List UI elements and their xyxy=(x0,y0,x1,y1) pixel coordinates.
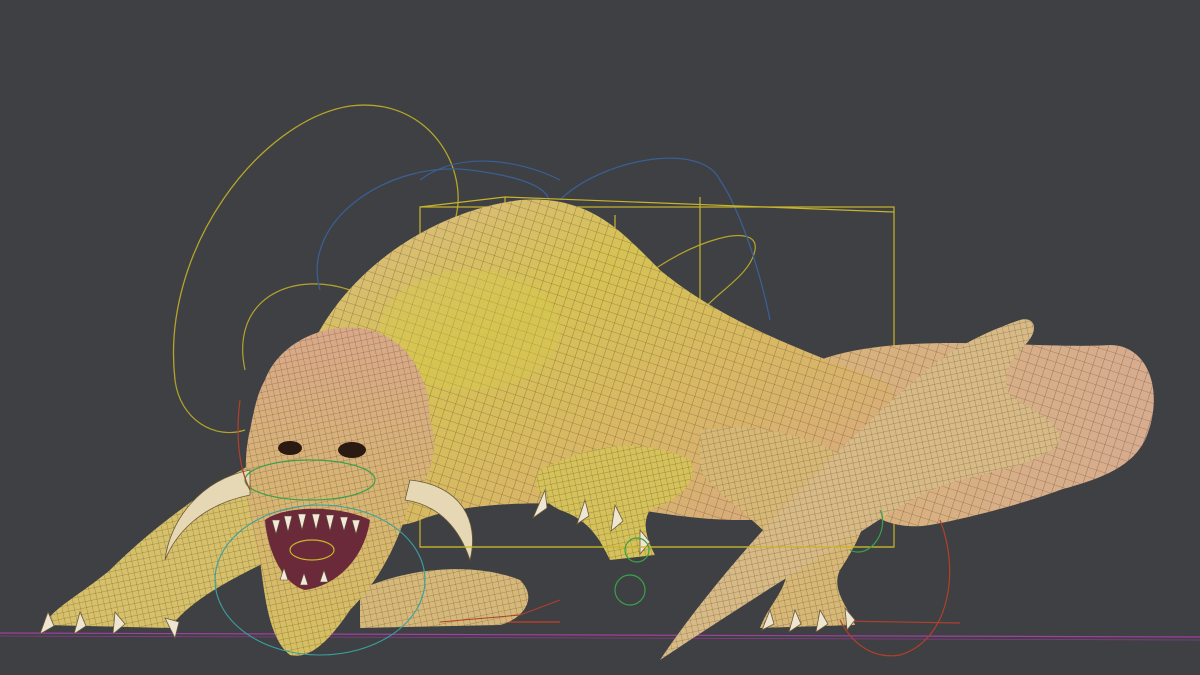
rig-arc-yellow-left xyxy=(174,379,246,434)
3d-viewport[interactable] xyxy=(0,0,1200,675)
scene-canvas xyxy=(0,104,1200,660)
creature-eye-right xyxy=(338,442,366,458)
creature-front-foot-center xyxy=(360,569,529,628)
ground-lines xyxy=(0,620,1200,641)
rig-arc-blue-3 xyxy=(419,160,561,181)
creature-eye-left xyxy=(278,441,302,455)
rig-circle-green-foot xyxy=(614,574,646,606)
